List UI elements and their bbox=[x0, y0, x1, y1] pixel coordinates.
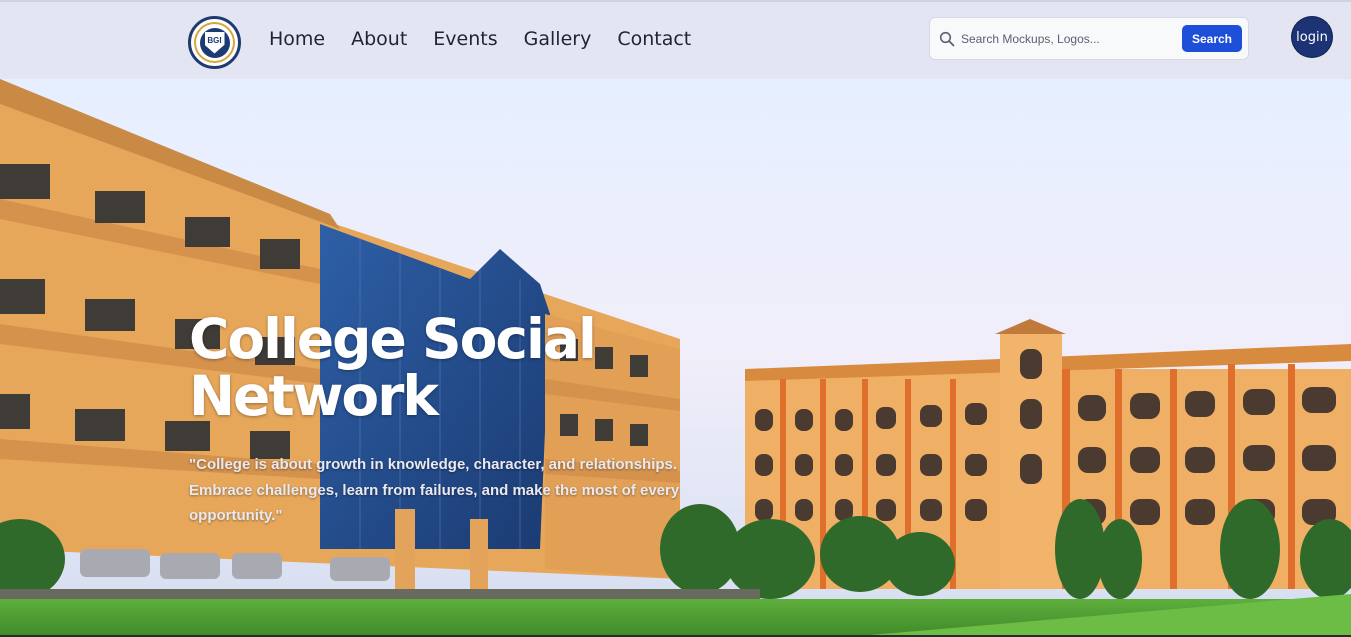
search-button[interactable]: Search bbox=[1182, 25, 1242, 52]
college-crest-icon: BGI bbox=[199, 27, 230, 58]
college-logo[interactable]: BGI bbox=[188, 16, 241, 69]
nav-contact-link[interactable]: Contact bbox=[617, 26, 691, 52]
top-navbar: BGI Home About Events Gallery Contact Se… bbox=[0, 0, 1351, 79]
search-input[interactable] bbox=[961, 27, 1176, 51]
search-bar: Search bbox=[929, 17, 1249, 60]
hero-quote: "College is about growth in knowledge, c… bbox=[189, 456, 680, 524]
nav-home-link[interactable]: Home bbox=[269, 26, 325, 52]
logo-text: BGI bbox=[204, 31, 225, 54]
main-nav: Home About Events Gallery Contact bbox=[269, 26, 691, 52]
hero-title: College Social Network bbox=[189, 307, 597, 428]
nav-about-link[interactable]: About bbox=[351, 26, 407, 52]
hero-banner: College Social Network "College is about… bbox=[0, 79, 1351, 635]
nav-events-link[interactable]: Events bbox=[433, 26, 497, 52]
login-button[interactable]: login bbox=[1292, 17, 1332, 57]
nav-gallery-link[interactable]: Gallery bbox=[524, 26, 592, 52]
search-icon bbox=[939, 31, 955, 47]
